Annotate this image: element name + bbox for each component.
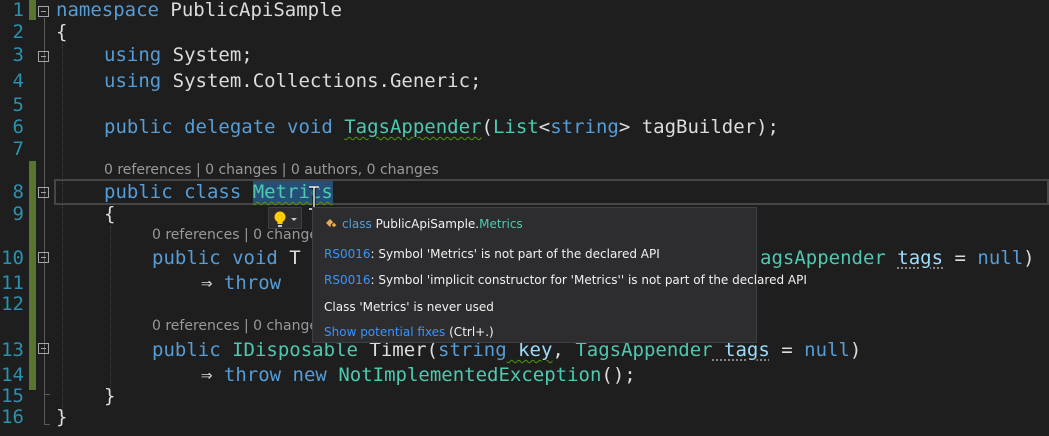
indent-guide <box>62 44 63 416</box>
diagnostic-link[interactable]: RS0016 <box>324 273 371 287</box>
line-number: 4 <box>12 70 24 92</box>
unused-message: Class 'Metrics' is never used <box>324 300 494 314</box>
class-name-metrics[interactable]: Metrics <box>252 181 333 203</box>
code-line-3: using System; <box>104 44 253 66</box>
collapse-icon[interactable] <box>38 6 49 17</box>
code-line-1: namespace PublicApiSample <box>56 0 342 21</box>
indent-guide <box>110 226 111 392</box>
outline-end <box>44 424 50 425</box>
outline-line <box>44 18 45 424</box>
lightbulb-icon <box>274 211 297 227</box>
change-bar <box>29 161 36 390</box>
code-line-8: public class Metrics <box>104 181 333 203</box>
outline-end <box>44 394 50 395</box>
codelens-class[interactable]: 0 references | 0 changes | 0 authors, 0 … <box>104 162 439 178</box>
code-line-16: } <box>56 406 68 428</box>
collapse-icon[interactable] <box>38 252 49 263</box>
fixes-row: Show potential fixes (Ctrl+.) <box>324 325 494 339</box>
collapse-icon[interactable] <box>38 343 49 354</box>
codelens-method2[interactable]: 0 references | 0 change <box>152 318 318 334</box>
code-line-10: public void T <box>152 247 301 269</box>
class-icon <box>326 219 338 229</box>
line-number: 7 <box>12 138 24 160</box>
diagnostic-link[interactable]: RS0016 <box>324 247 371 261</box>
code-line-15: } <box>104 385 116 407</box>
code-line-4: using System.Collections.Generic; <box>104 70 482 92</box>
line-number: 16 <box>1 406 24 428</box>
code-line-6: public delegate void TagsAppender(List<s… <box>104 116 779 138</box>
diagnostic-row: RS0016: Symbol 'Metrics' is not part of … <box>324 247 660 261</box>
diagnostic-row: RS0016: Symbol 'implicit constructor for… <box>324 273 807 287</box>
line-number: 10 <box>1 247 24 269</box>
collapse-icon[interactable] <box>38 51 49 62</box>
quick-actions-button[interactable] <box>268 207 302 229</box>
show-potential-fixes-link[interactable]: Show potential fixes <box>324 325 445 339</box>
code-line-10-tail: agsAppender tags = null) <box>760 247 1035 269</box>
line-number: 13 <box>1 339 24 361</box>
line-number: 12 <box>1 293 24 315</box>
line-number: 3 <box>12 44 24 66</box>
code-line-14: ⇒ throw new NotImplementedException(); <box>201 364 636 386</box>
code-line-2: { <box>56 21 68 43</box>
quick-info-tooltip: class PublicApiSample.Metrics RS0016: Sy… <box>312 207 807 343</box>
code-line-9: { <box>104 203 116 225</box>
change-bar <box>29 0 36 20</box>
code-editor[interactable]: 1 2 3 4 5 6 7 8 9 10 11 12 13 14 15 16 n… <box>0 0 1049 436</box>
collapse-icon[interactable] <box>38 187 49 198</box>
code-line-11: ⇒ throw <box>201 272 282 294</box>
tooltip-symbol-header: class PublicApiSample.Metrics <box>324 217 523 231</box>
line-number: 9 <box>12 203 24 225</box>
